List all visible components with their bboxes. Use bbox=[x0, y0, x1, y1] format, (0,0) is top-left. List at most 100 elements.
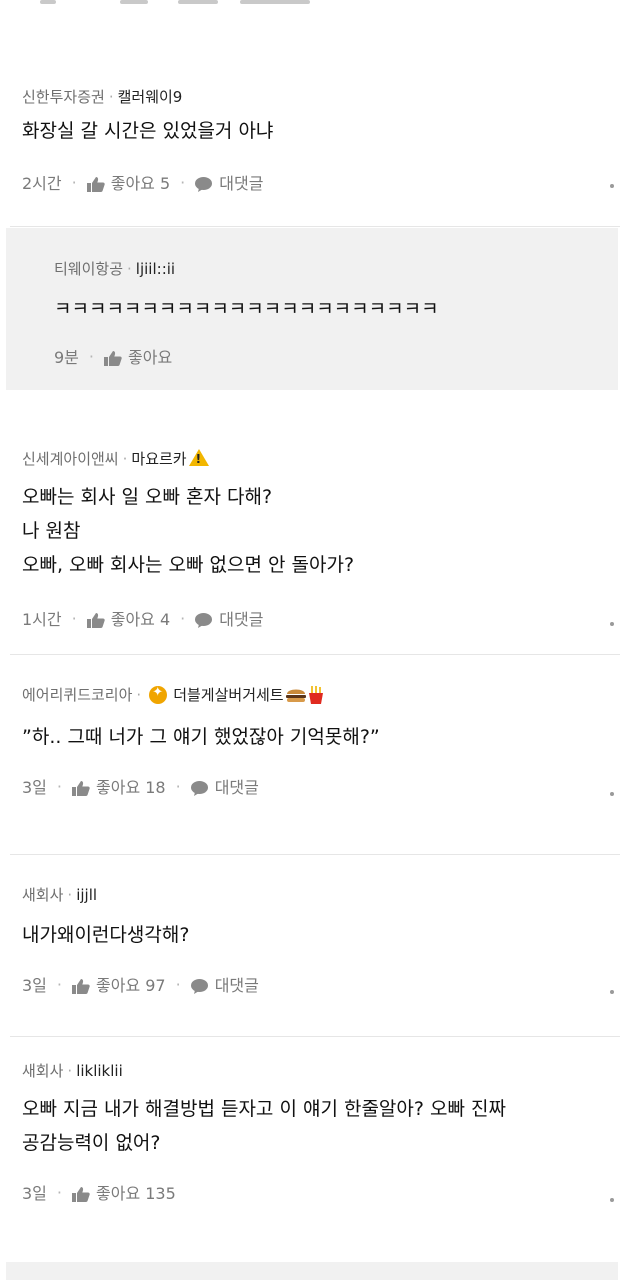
thumbs-up-icon bbox=[86, 613, 105, 628]
thumbs-up-icon bbox=[72, 979, 90, 994]
like-count: 좋아요 97 bbox=[96, 976, 166, 995]
badge-icon bbox=[149, 685, 168, 704]
reply-item: 티웨이항공 · ljiil::ii ㅋㅋㅋㅋㅋㅋㅋㅋㅋㅋㅋㅋㅋㅋㅋㅋㅋㅋㅋㅋㅋㅋ 9… bbox=[6, 228, 618, 390]
reply-button[interactable]: 대댓글 bbox=[195, 606, 263, 630]
comment-meta: 티웨이항공 · ljiil::ii bbox=[54, 258, 588, 279]
company-name[interactable]: 신세계아이앤씨 bbox=[22, 450, 119, 468]
like-button[interactable]: 좋아요 135 bbox=[72, 1180, 176, 1204]
comment-actions: 9분 · 좋아요 bbox=[54, 344, 588, 368]
reply-button[interactable]: 대댓글 bbox=[195, 170, 263, 194]
divider bbox=[10, 226, 620, 227]
like-button[interactable]: 좋아요 5 bbox=[86, 170, 171, 194]
reply-label: 대댓글 bbox=[214, 976, 259, 995]
reply-label: 대댓글 bbox=[219, 610, 264, 629]
comment-actions: 3일 · 좋아요 135 bbox=[22, 1180, 610, 1204]
more-options-icon[interactable] bbox=[610, 792, 614, 796]
comment-line: 오빠 지금 내가 해결방법 듣자고 이 얘기 한줄알아? 오빠 진짜 bbox=[22, 1098, 506, 1120]
comment-actions: 2시간 · 좋아요 5 · 대댓글 bbox=[22, 170, 610, 194]
company-name[interactable]: 새회사 bbox=[22, 1062, 63, 1080]
thumbs-up-icon bbox=[104, 351, 122, 366]
separator-dot: · bbox=[175, 974, 181, 994]
comment-item: 신한투자증권 · 캘러웨이9 화장실 갈 시간은 있었을거 아냐 2시간 · 좋아요… bbox=[0, 80, 640, 220]
timestamp: 3일 bbox=[22, 976, 47, 995]
timestamp: 9분 bbox=[54, 348, 79, 367]
comment-line: 공감능력이 없어? bbox=[22, 1132, 161, 1154]
like-button[interactable]: 좋아요 97 bbox=[72, 972, 166, 996]
company-name[interactable]: 새회사 bbox=[22, 886, 63, 904]
more-options-icon[interactable] bbox=[610, 184, 614, 188]
comment-body: 오빠 지금 내가 해결방법 듣자고 이 얘기 한줄알아? 오빠 진짜 공감능력이… bbox=[22, 1092, 610, 1160]
separator-dot: · bbox=[127, 260, 132, 278]
username[interactable]: 캘러웨이9 bbox=[118, 88, 183, 106]
comment-item: 신세계아이앤씨·마요르카 오빠는 회사 일 오빠 혼자 다해? 나 원참 오빠,… bbox=[0, 438, 640, 648]
like-button[interactable]: 좋아요 4 bbox=[86, 606, 171, 630]
like-count: 좋아요 5 bbox=[110, 174, 171, 193]
separator-dot: · bbox=[71, 172, 77, 192]
comment-line: 내가왜이런다생각해? bbox=[22, 924, 190, 946]
timestamp: 2시간 bbox=[22, 174, 62, 193]
like-count: 좋아요 4 bbox=[110, 610, 171, 629]
comment-body: ㅋㅋㅋㅋㅋㅋㅋㅋㅋㅋㅋㅋㅋㅋㅋㅋㅋㅋㅋㅋㅋㅋ bbox=[54, 292, 588, 326]
comment-body: 내가왜이런다생각해? bbox=[22, 918, 610, 952]
timestamp: 1시간 bbox=[22, 610, 62, 629]
like-count: 좋아요 bbox=[128, 348, 173, 367]
reply-label: 대댓글 bbox=[219, 174, 264, 193]
comment-line: ㅋㅋㅋㅋㅋㅋㅋㅋㅋㅋㅋㅋㅋㅋㅋㅋㅋㅋㅋㅋㅋㅋ bbox=[54, 298, 439, 320]
comment-meta: 새회사 · ijjll bbox=[22, 884, 610, 905]
previous-comment-fragment bbox=[0, 0, 640, 14]
reply-button[interactable]: 대댓글 bbox=[190, 774, 259, 798]
comment-actions: 1시간 · 좋아요 4 · 대댓글 bbox=[22, 606, 610, 630]
separator-dot: · bbox=[180, 608, 186, 628]
speech-bubble-icon bbox=[190, 781, 208, 796]
divider bbox=[10, 1036, 620, 1037]
like-button[interactable]: 좋아요 18 bbox=[72, 774, 166, 798]
username[interactable]: 더블게살버거세트 bbox=[173, 686, 283, 704]
more-options-icon[interactable] bbox=[610, 622, 614, 626]
separator-dot: · bbox=[88, 346, 94, 366]
comment-meta: 에어리퀴드코리아· 더블게살버거세트 bbox=[22, 684, 610, 705]
like-button[interactable]: 좋아요 bbox=[104, 344, 172, 368]
timestamp: 3일 bbox=[22, 1184, 47, 1203]
more-options-icon[interactable] bbox=[610, 1198, 614, 1202]
divider bbox=[10, 854, 620, 855]
speech-bubble-icon bbox=[190, 979, 208, 994]
comment-actions: 3일 · 좋아요 97 · 대댓글 bbox=[22, 972, 610, 996]
burger-icon bbox=[285, 689, 306, 702]
separator-dot: · bbox=[67, 886, 73, 904]
comment-line: ”하.. 그때 너가 그 얘기 했었잖아 기억못해?” bbox=[22, 726, 380, 748]
reply-button[interactable]: 대댓글 bbox=[190, 972, 259, 996]
speech-bubble-icon bbox=[195, 177, 213, 192]
like-count: 좋아요 18 bbox=[96, 778, 166, 797]
username[interactable]: 마요르카 bbox=[131, 450, 186, 468]
separator-dot: · bbox=[56, 1182, 62, 1202]
company-name[interactable]: 티웨이항공 bbox=[54, 260, 123, 278]
next-comment-fragment bbox=[6, 1262, 618, 1280]
comment-line: 화장실 갈 시간은 있었을거 아냐 bbox=[22, 120, 274, 142]
separator-dot: · bbox=[180, 172, 186, 192]
separator-dot: · bbox=[56, 974, 62, 994]
comment-body: 오빠는 회사 일 오빠 혼자 다해? 나 원참 오빠, 오빠 회사는 오빠 없으… bbox=[22, 480, 610, 582]
comment-meta: 신세계아이앤씨 · 마요르카 bbox=[22, 448, 610, 469]
separator-dot: · bbox=[136, 686, 142, 704]
more-options-icon[interactable] bbox=[610, 990, 614, 994]
username[interactable]: ijjll bbox=[76, 886, 97, 904]
comment-item: 새회사 · ijjll 내가왜이런다생각해? 3일 · 좋아요 97 · 대댓글 bbox=[0, 872, 640, 1020]
timestamp: 3일 bbox=[22, 778, 47, 797]
company-name[interactable]: 신한투자증권 bbox=[22, 88, 105, 106]
comment-body: ”하.. 그때 너가 그 얘기 했었잖아 기억못해?” bbox=[22, 720, 610, 754]
username[interactable]: ljiil::ii bbox=[136, 260, 175, 278]
speech-bubble-icon bbox=[195, 613, 213, 628]
thumbs-up-icon bbox=[72, 1187, 90, 1202]
separator-dot: · bbox=[122, 450, 128, 468]
comment-line: 나 원참 bbox=[22, 520, 81, 542]
separator-dot: · bbox=[56, 776, 62, 796]
comment-line: 오빠, 오빠 회사는 오빠 없으면 안 돌아가? bbox=[22, 554, 355, 576]
comment-meta: 신한투자증권 · 캘러웨이9 bbox=[22, 86, 610, 107]
thumbs-up-icon bbox=[72, 781, 90, 796]
username[interactable]: likliklii bbox=[76, 1062, 123, 1080]
comment-body: 화장실 갈 시간은 있었을거 아냐 bbox=[22, 114, 610, 148]
separator-dot: · bbox=[71, 608, 77, 628]
company-name[interactable]: 에어리퀴드코리아 bbox=[22, 686, 132, 704]
comment-item: 에어리퀴드코리아·더블게살버거세트 ”하.. 그때 너가 그 얘기 했었잖아 기… bbox=[0, 672, 640, 822]
thumbs-up-icon bbox=[86, 177, 105, 192]
